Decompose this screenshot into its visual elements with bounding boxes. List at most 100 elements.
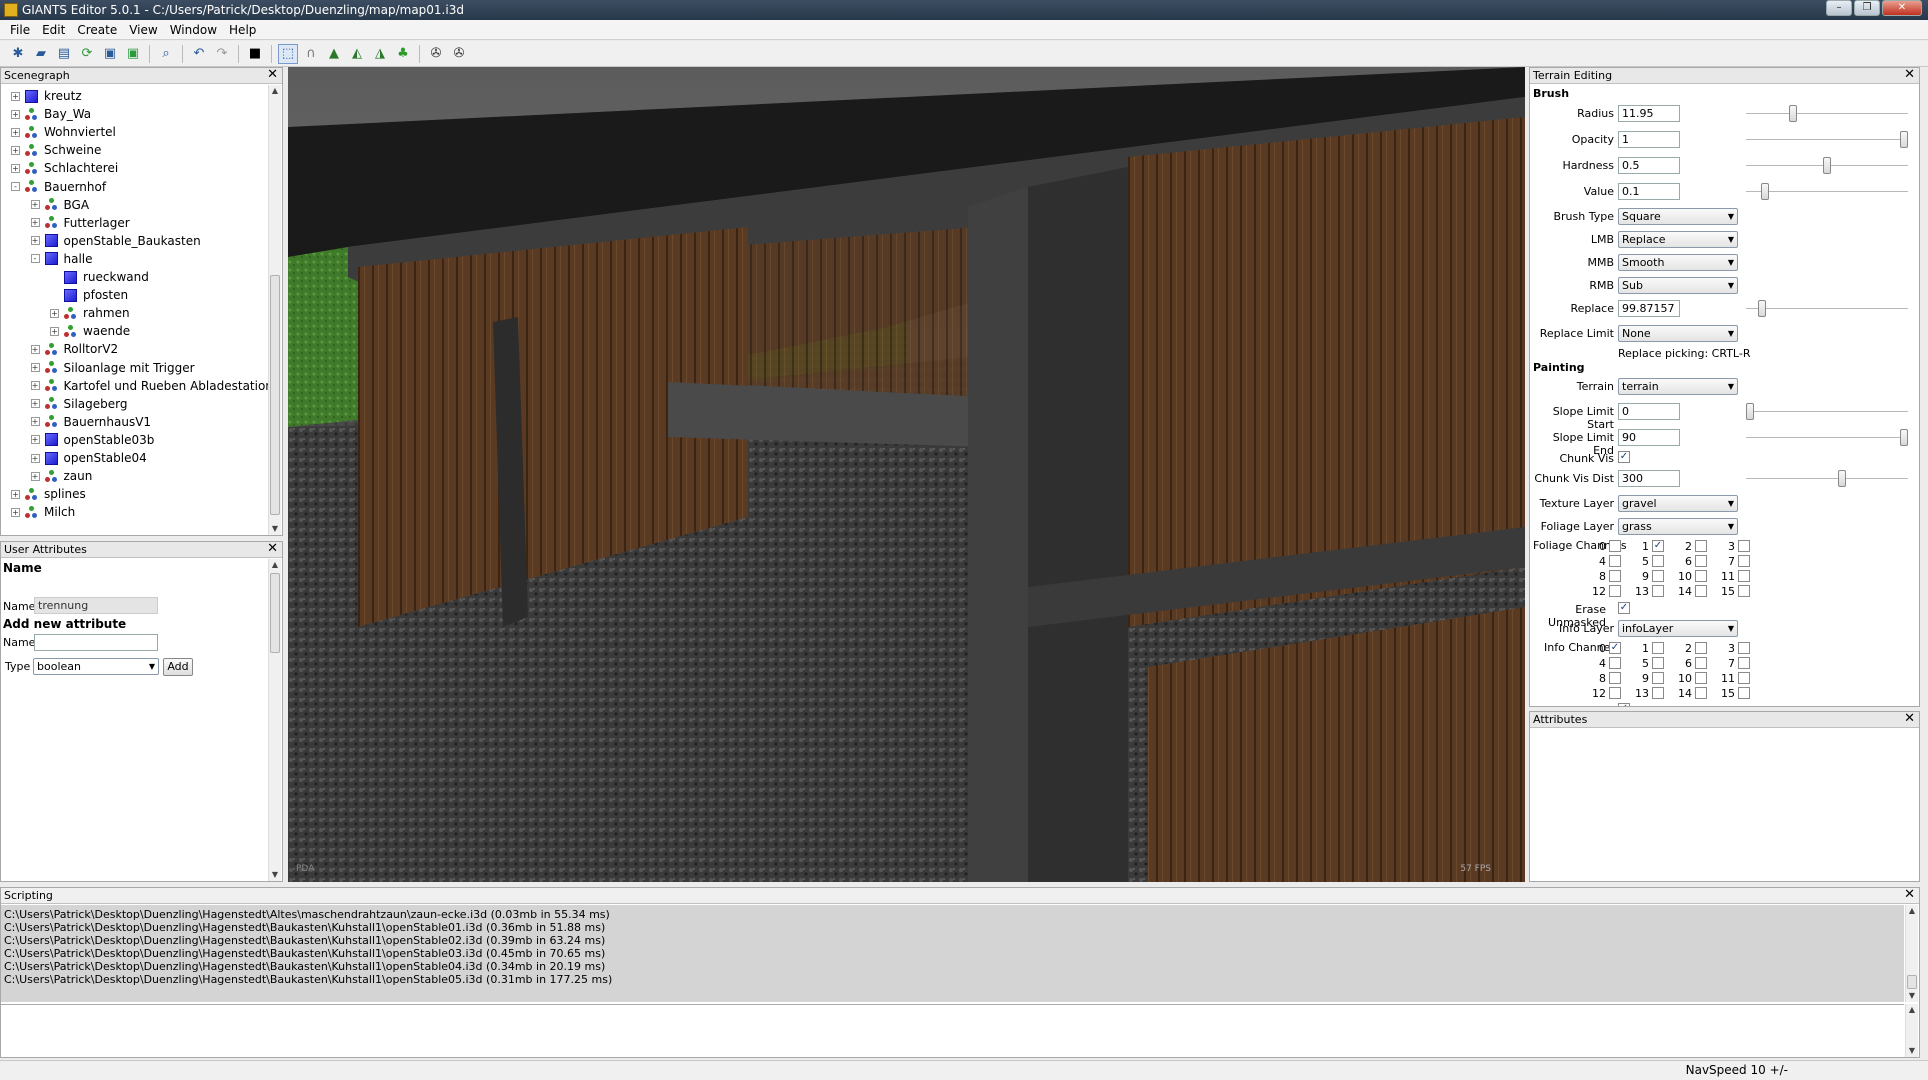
- maximize-button[interactable]: ❐: [1854, 0, 1880, 16]
- refresh-icon[interactable]: ⟳: [77, 44, 97, 64]
- tree-item-wohnviertel[interactable]: + Wohnviertel: [11, 123, 116, 141]
- add-button[interactable]: Add: [163, 658, 193, 676]
- expand-icon[interactable]: +: [11, 145, 20, 155]
- scroll-down-icon[interactable]: ▼: [269, 869, 281, 881]
- tree-item-milch[interactable]: + Milch: [11, 503, 75, 521]
- expand-icon[interactable]: +: [30, 399, 40, 409]
- expand-icon[interactable]: +: [30, 218, 40, 228]
- slider-knob[interactable]: [1823, 157, 1831, 174]
- slider-knob[interactable]: [1761, 183, 1770, 200]
- select-mode-icon[interactable]: ⬚: [278, 43, 298, 64]
- menu-create[interactable]: Create: [71, 23, 123, 37]
- erase-unmasked-2-checkbox[interactable]: ✓: [1618, 703, 1630, 706]
- foliage-layer-select[interactable]: grass: [1618, 518, 1738, 535]
- slope-start-field[interactable]: 0: [1618, 403, 1680, 420]
- slope-end-level-slider[interactable]: [1746, 429, 1908, 446]
- value-level-slider[interactable]: [1746, 183, 1908, 200]
- slider-knob[interactable]: [1789, 105, 1798, 122]
- foliage-channel-11-checkbox[interactable]: [1738, 570, 1750, 582]
- chunk-vis-dist-level-slider[interactable]: [1746, 470, 1908, 487]
- radius-level-slider[interactable]: [1746, 105, 1908, 122]
- terrain-paint-icon[interactable]: ◭: [347, 44, 367, 64]
- close-icon[interactable]: ✕: [1904, 888, 1915, 902]
- move-mode-icon[interactable]: ∩: [301, 44, 321, 64]
- foliage-channel-6-checkbox[interactable]: [1695, 555, 1707, 567]
- terrain-value-select[interactable]: terrain: [1618, 378, 1738, 395]
- info-channel-6-checkbox[interactable]: [1695, 657, 1707, 669]
- foliage-channel-13-checkbox[interactable]: [1652, 585, 1664, 597]
- redo-icon[interactable]: ↷: [212, 44, 232, 64]
- open-icon[interactable]: ▰: [31, 44, 51, 64]
- info-channel-10-checkbox[interactable]: [1695, 672, 1707, 684]
- mmb-select[interactable]: Smooth: [1618, 254, 1738, 271]
- info-channel-7-checkbox[interactable]: [1738, 657, 1750, 669]
- scroll-up-icon[interactable]: ▲: [1906, 905, 1918, 917]
- tree-item-zaun[interactable]: + zaun: [30, 467, 92, 485]
- script-input-scrollbar[interactable]: ▲ ▼: [1905, 1004, 1918, 1057]
- tree-item-bay-wa[interactable]: + Bay_Wa: [11, 105, 91, 123]
- scroll-up-icon[interactable]: ▲: [269, 559, 281, 571]
- menu-view[interactable]: View: [123, 23, 163, 37]
- expand-icon[interactable]: +: [11, 91, 20, 101]
- info-channel-2-checkbox[interactable]: [1695, 642, 1707, 654]
- close-window-button[interactable]: ✕: [1882, 0, 1922, 16]
- info-layer-select[interactable]: infoLayer: [1618, 620, 1738, 637]
- tree-item-kreutz[interactable]: + kreutz: [11, 87, 82, 105]
- tree-item-siloanlage-mit-trigger[interactable]: + Siloanlage mit Trigger: [30, 359, 195, 377]
- type-select[interactable]: boolean: [33, 658, 159, 675]
- expand-icon[interactable]: +: [11, 163, 20, 173]
- texture-layer-select[interactable]: gravel: [1618, 495, 1738, 512]
- opacity-level-slider[interactable]: [1746, 131, 1908, 148]
- foliage-icon[interactable]: ♣: [393, 44, 413, 64]
- close-icon[interactable]: ✕: [267, 542, 278, 556]
- opacity-field[interactable]: 1: [1618, 131, 1680, 148]
- foliage-channel-7-checkbox[interactable]: [1738, 555, 1750, 567]
- expand-icon[interactable]: +: [30, 236, 40, 246]
- radius-field[interactable]: 11.95: [1618, 105, 1680, 122]
- info-channel-13-checkbox[interactable]: [1652, 687, 1664, 699]
- slope-start-level-slider[interactable]: [1746, 403, 1908, 420]
- save-icon[interactable]: ▣: [100, 44, 120, 64]
- close-icon[interactable]: ✕: [267, 68, 278, 82]
- scroll-thumb[interactable]: [1907, 975, 1917, 989]
- collapse-icon[interactable]: -: [30, 254, 40, 264]
- collapse-icon[interactable]: -: [11, 182, 20, 191]
- info-channel-8-checkbox[interactable]: [1609, 672, 1621, 684]
- menu-window[interactable]: Window: [164, 23, 223, 37]
- info-channel-3-checkbox[interactable]: [1738, 642, 1750, 654]
- foliage-channel-9-checkbox[interactable]: [1652, 570, 1664, 582]
- info-channel-1-checkbox[interactable]: [1652, 642, 1664, 654]
- tree-item-bauernhof[interactable]: - Bauernhof: [11, 178, 106, 196]
- expand-icon[interactable]: +: [50, 308, 59, 318]
- tree-item-openstable-baukasten[interactable]: + openStable_Baukasten: [30, 232, 201, 250]
- slider-knob[interactable]: [1838, 470, 1847, 487]
- scroll-up-icon[interactable]: ▲: [269, 85, 281, 97]
- expand-icon[interactable]: +: [11, 489, 20, 499]
- expand-icon[interactable]: +: [11, 507, 20, 517]
- menu-file[interactable]: File: [4, 23, 36, 37]
- foliage-channel-10-checkbox[interactable]: [1695, 570, 1707, 582]
- expand-icon[interactable]: +: [30, 344, 40, 354]
- info-channel-5-checkbox[interactable]: [1652, 657, 1664, 669]
- 3d-viewport[interactable]: PDA 57 FPS: [288, 67, 1525, 882]
- expand-icon[interactable]: +: [11, 127, 20, 137]
- expand-icon[interactable]: +: [50, 326, 59, 336]
- log-scrollbar[interactable]: ▲ ▼: [1905, 905, 1918, 1002]
- slope-end-field[interactable]: 90: [1618, 429, 1680, 446]
- export-all-icon[interactable]: ✇: [449, 44, 469, 64]
- info-channel-11-checkbox[interactable]: [1738, 672, 1750, 684]
- erase-unmasked-checkbox[interactable]: ✓: [1618, 602, 1630, 614]
- find-icon[interactable]: ⌕: [156, 44, 176, 64]
- info-channel-12-checkbox[interactable]: [1609, 687, 1621, 699]
- foliage-channel-0-checkbox[interactable]: [1609, 540, 1621, 552]
- save-as-icon[interactable]: ▣: [123, 44, 143, 64]
- stop-icon[interactable]: ■: [245, 44, 265, 64]
- slider-knob[interactable]: [1900, 131, 1908, 148]
- foliage-channel-8-checkbox[interactable]: [1609, 570, 1621, 582]
- tree-item-openstable04[interactable]: + openStable04: [30, 449, 147, 467]
- foliage-channel-14-checkbox[interactable]: [1695, 585, 1707, 597]
- tree-item-splines[interactable]: + splines: [11, 485, 86, 503]
- info-channel-9-checkbox[interactable]: [1652, 672, 1664, 684]
- tree-item-waende[interactable]: + waende: [50, 322, 130, 340]
- tree-item-halle[interactable]: - halle: [30, 250, 93, 268]
